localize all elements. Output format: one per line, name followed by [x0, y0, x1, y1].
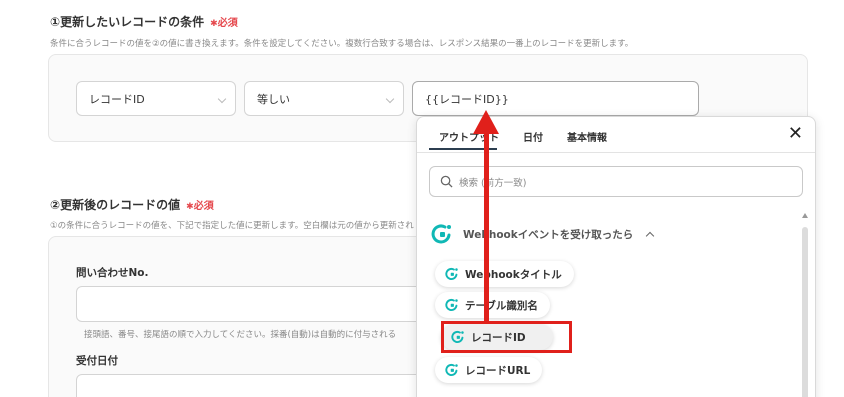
- inquiry-no-hint: 接頭語、番号、接尾語の順で入力してください。採番(自動)は自動的に付与される: [84, 330, 397, 340]
- chevron-up-icon: [645, 231, 655, 241]
- condition-value-input[interactable]: {{レコードID}}: [412, 81, 699, 116]
- popup-scrollbar[interactable]: [801, 213, 809, 397]
- scroll-up-icon[interactable]: [802, 213, 808, 218]
- inquiry-no-label: 問い合わせNo.: [76, 267, 149, 279]
- list-item-label: テーブル識別名: [465, 299, 538, 312]
- annotation-highlight-box: [441, 321, 572, 353]
- annotation-arrow-head: [473, 110, 499, 134]
- close-icon[interactable]: ✕: [788, 125, 803, 143]
- list-item-label: Webhookタイトル: [465, 268, 562, 281]
- list-item-table-id[interactable]: テーブル識別名: [435, 292, 550, 318]
- section1-title: ①更新したいレコードの条件 必須: [50, 13, 238, 30]
- list-item-webhook-title[interactable]: Webhookタイトル: [435, 261, 574, 287]
- chevron-down-icon: [385, 94, 395, 104]
- tab-date[interactable]: 日付: [523, 129, 543, 144]
- annotation-arrow-shaft: [483, 128, 489, 322]
- section2-title-text: ②更新後のレコードの値: [50, 198, 181, 212]
- inquiry-no-input[interactable]: [76, 286, 436, 322]
- tab-basic-info[interactable]: 基本情報: [567, 129, 607, 144]
- list-item-label: レコードURL: [465, 364, 531, 377]
- brand-logo-icon: [445, 298, 458, 312]
- received-date-input[interactable]: [76, 374, 436, 397]
- condition-operator-value: 等しい: [257, 92, 290, 106]
- brand-logo-icon: [431, 224, 451, 244]
- section2-title: ②更新後のレコードの値 必須: [50, 196, 214, 213]
- webhook-group-header[interactable]: Webhookイベントを受け取ったら: [431, 223, 655, 245]
- search-icon: [440, 175, 453, 188]
- received-date-label: 受付日付: [76, 355, 118, 367]
- required-badge: 必須: [186, 197, 214, 212]
- chevron-down-icon: [217, 94, 227, 104]
- condition-operator-select[interactable]: 等しい: [244, 81, 404, 116]
- condition-value-text: {{レコードID}}: [425, 92, 509, 106]
- brand-logo-icon: [445, 267, 458, 281]
- section2-description: ①の条件に合うレコードの値を、下記で指定した値に更新します。空白欄は元の値から更…: [50, 221, 414, 231]
- search-placeholder: 検索 (前方一致): [459, 177, 527, 189]
- condition-field-select[interactable]: レコードID: [76, 81, 236, 116]
- scrollbar-thumb[interactable]: [802, 227, 808, 397]
- brand-logo-icon: [445, 363, 458, 377]
- condition-field-value: レコードID: [89, 92, 145, 106]
- list-item-record-url[interactable]: レコードURL: [435, 357, 543, 383]
- section1-description: 条件に合うレコードの値を②の値に書き換えます。条件を設定してください。複数行合致…: [50, 39, 634, 49]
- required-badge: 必須: [210, 14, 238, 29]
- webhook-group-label: Webhookイベントを受け取ったら: [463, 228, 634, 241]
- variable-picker-popup: アウトプット 日付 基本情報 ✕ 検索 (前方一致) Webhookイベントを受…: [416, 116, 816, 397]
- section1-title-text: ①更新したいレコードの条件: [50, 15, 205, 29]
